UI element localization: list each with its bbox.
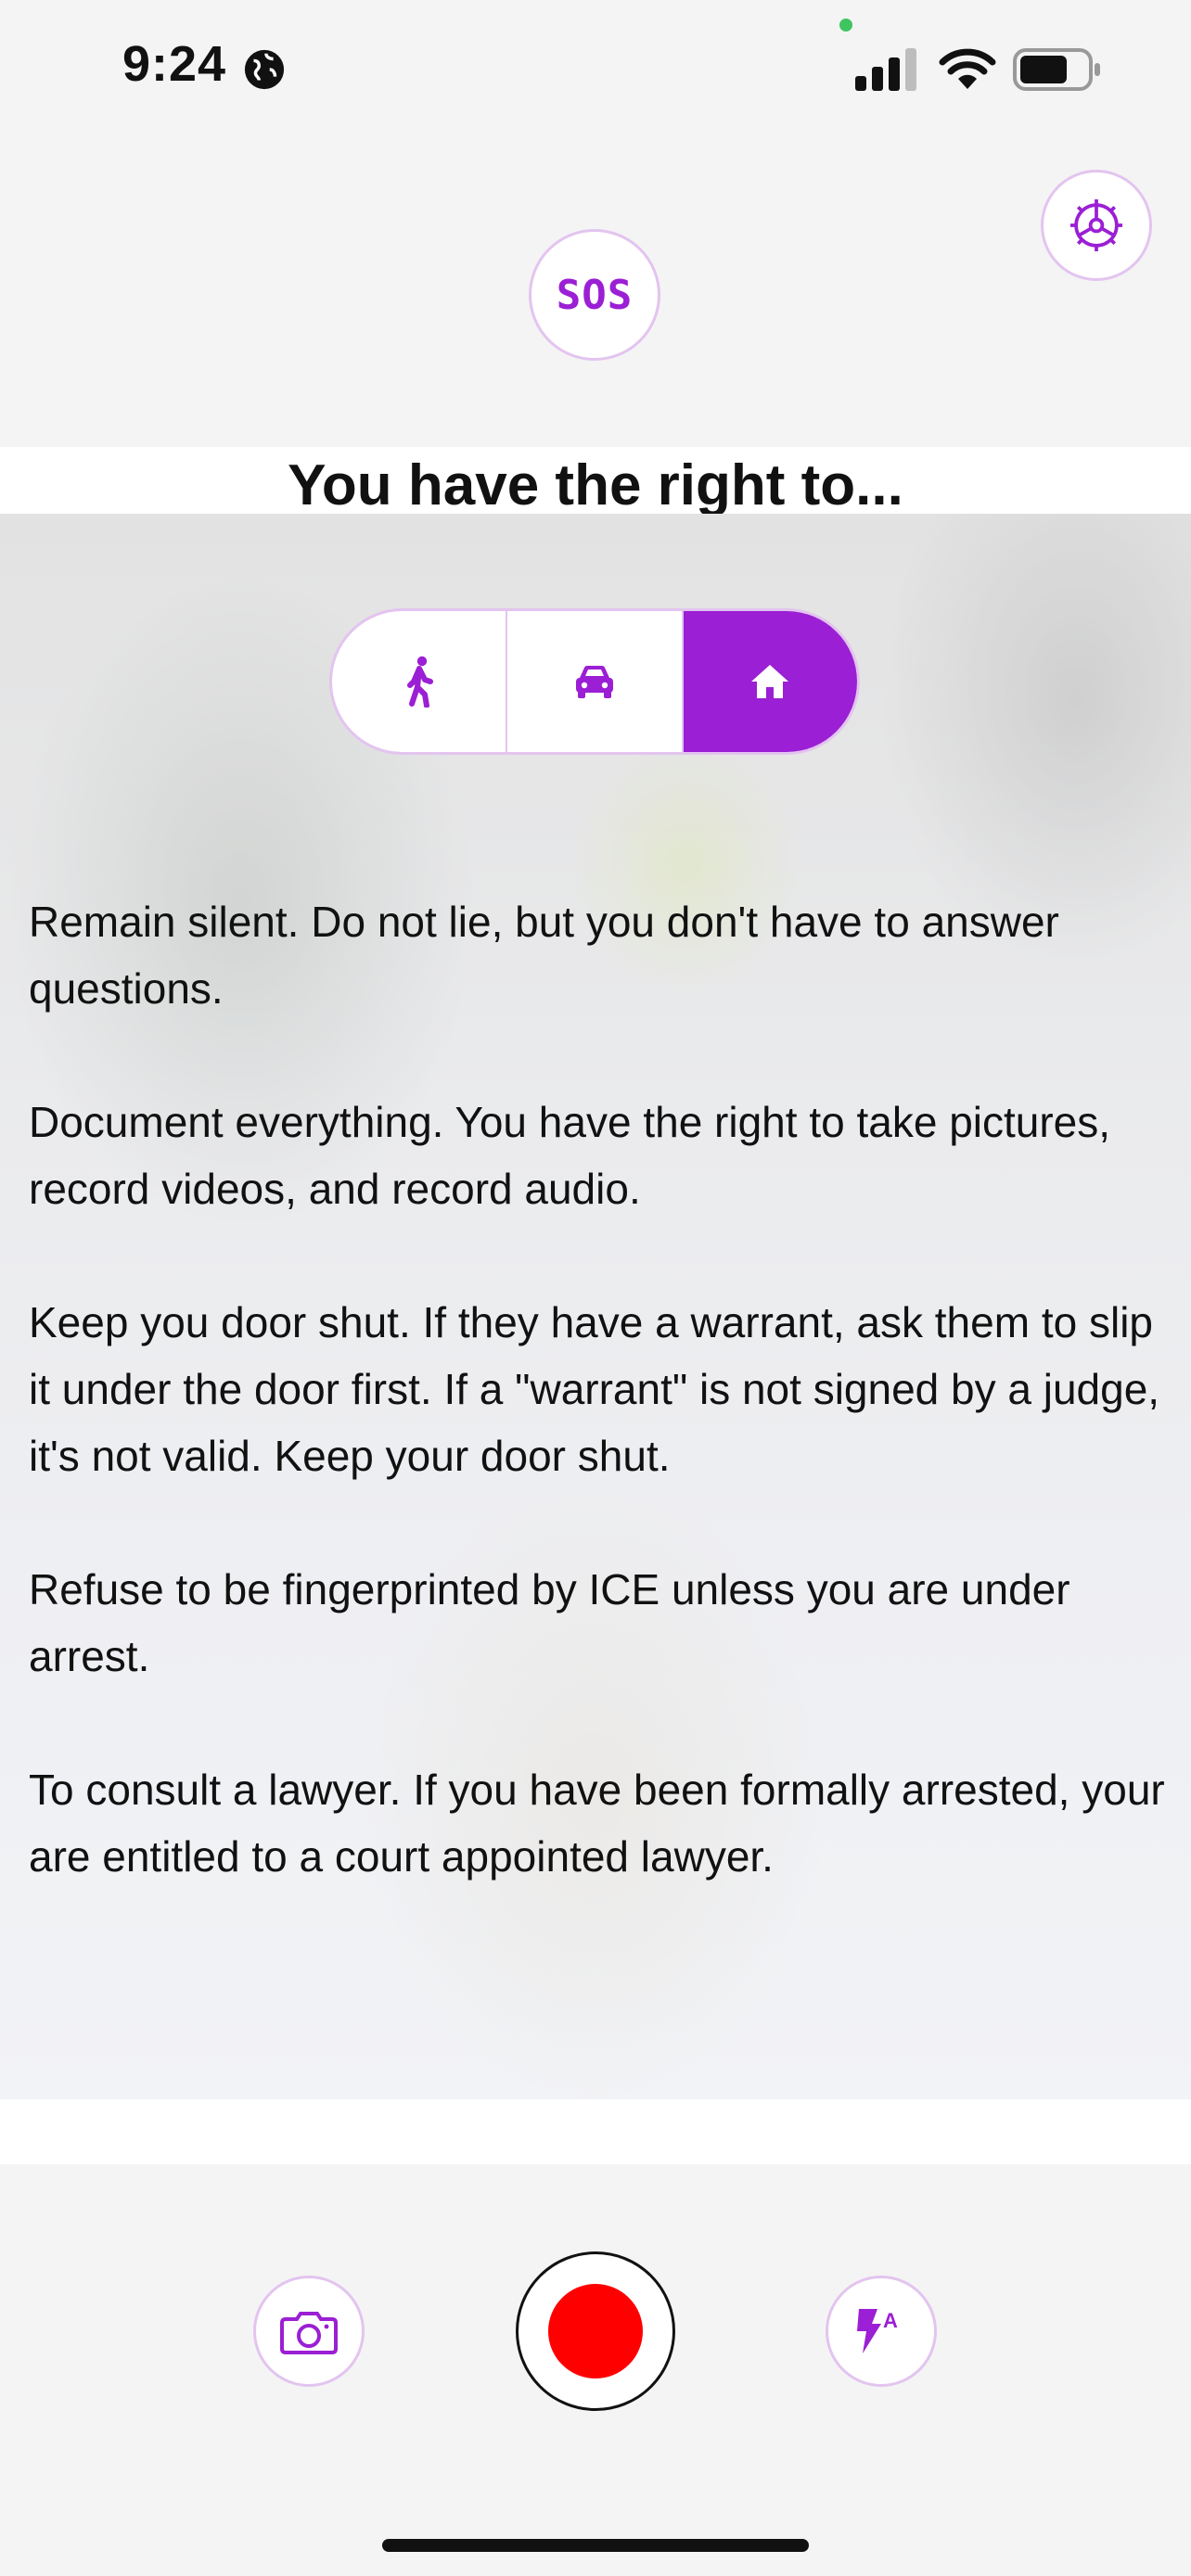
record-dot — [548, 2284, 643, 2378]
rights-list: Remain silent. Do not lie, but you don't… — [29, 888, 1170, 1957]
page-title: You have the right to... — [288, 453, 903, 517]
right-item: Document everything. You have the right … — [29, 1098, 1111, 1213]
walking-person-icon — [406, 656, 433, 708]
svg-text:A: A — [883, 2309, 898, 2332]
right-item: Refuse to be fingerprinted by ICE unless… — [29, 1565, 1070, 1680]
wifi-icon — [939, 48, 996, 89]
sos-button[interactable]: SOS — [529, 229, 660, 361]
segment-home[interactable] — [683, 611, 857, 752]
flash-button[interactable]: A — [826, 2276, 937, 2387]
segment-car[interactable] — [507, 611, 684, 752]
bottom-divider-strip — [0, 2099, 1191, 2164]
gear-icon — [1070, 199, 1122, 251]
status-bar: 9:24 — [0, 0, 1191, 139]
right-item: Keep you door shut. If they have a warra… — [29, 1298, 1160, 1480]
right-item: To consult a lawyer. If you have been fo… — [29, 1766, 1165, 1881]
battery-icon — [1013, 48, 1100, 91]
privacy-indicator-dot — [839, 19, 852, 32]
car-icon — [575, 666, 613, 698]
home-icon — [751, 665, 789, 698]
flash-auto-icon: A — [857, 2309, 898, 2353]
home-indicator[interactable] — [382, 2539, 809, 2552]
sos-label: SOS — [556, 271, 634, 319]
camera-icon — [280, 2312, 338, 2354]
settings-button[interactable] — [1041, 170, 1152, 281]
camera-button[interactable] — [253, 2276, 365, 2387]
globe-icon — [244, 49, 285, 90]
record-button[interactable] — [516, 2251, 675, 2411]
status-time: 9:24 — [122, 36, 227, 92]
segment-walking[interactable] — [332, 611, 508, 752]
right-item: Remain silent. Do not lie, but you don't… — [29, 898, 1059, 1013]
cellular-signal-icon — [855, 48, 916, 91]
context-segmented-control — [329, 608, 860, 755]
